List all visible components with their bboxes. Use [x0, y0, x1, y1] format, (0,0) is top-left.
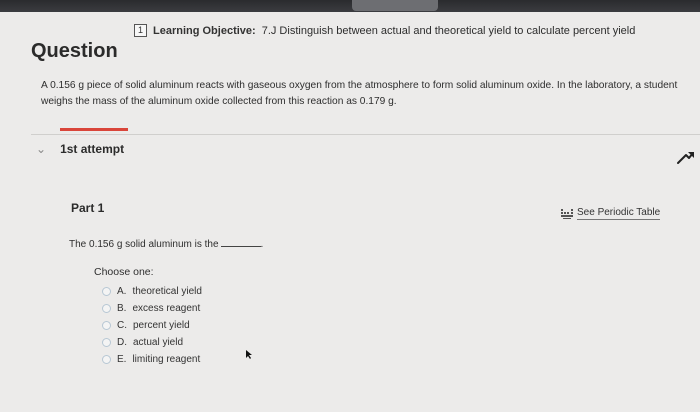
chevron-down-icon[interactable]: ⌄ — [36, 142, 46, 156]
option-letter: C. — [117, 320, 127, 331]
learning-objective: 1 Learning Objective: 7.J Distinguish be… — [134, 24, 635, 37]
stem-text: The 0.156 g solid aluminum is the — [69, 239, 219, 250]
radio-button[interactable] — [102, 304, 111, 313]
mouse-cursor-icon — [246, 350, 252, 359]
option-e[interactable]: E. limiting reagent — [102, 351, 202, 368]
option-letter: A. — [117, 286, 127, 297]
option-text: actual yield — [133, 337, 184, 348]
radio-button[interactable] — [102, 287, 111, 296]
arrow-up-icon[interactable] — [676, 150, 696, 166]
option-text: theoretical yield — [132, 286, 202, 297]
attempt-header[interactable]: ⌄ 1st attempt — [36, 142, 124, 156]
objective-number-badge: 1 — [134, 24, 147, 37]
radio-button[interactable] — [102, 355, 111, 364]
option-text: percent yield — [133, 320, 190, 331]
periodic-table-icon — [561, 208, 573, 219]
choose-one-label: Choose one: — [94, 266, 154, 278]
question-title: Question — [31, 40, 118, 62]
option-text: limiting reagent — [132, 354, 201, 365]
option-a[interactable]: A. theoretical yield — [102, 283, 202, 300]
objective-label: Learning Objective: — [153, 24, 256, 37]
browser-tab[interactable] — [352, 0, 438, 11]
part-label: Part 1 — [71, 201, 105, 215]
option-text: excess reagent — [132, 303, 201, 314]
radio-button[interactable] — [102, 321, 111, 330]
stem-end: . — [260, 239, 264, 250]
option-letter: D. — [117, 337, 127, 348]
periodic-table-link[interactable]: See Periodic Table — [561, 207, 661, 220]
browser-top-bar — [0, 0, 700, 12]
objective-text: 7.J Distinguish between actual and theor… — [261, 24, 636, 37]
question-body: A 0.156 g piece of solid aluminum reacts… — [41, 80, 678, 107]
option-c[interactable]: C. percent yield — [102, 317, 202, 334]
option-letter: B. — [117, 303, 127, 314]
answer-blank — [220, 238, 261, 247]
attempt-label: 1st attempt — [60, 142, 125, 156]
option-d[interactable]: D. actual yield — [102, 334, 202, 351]
radio-button[interactable] — [102, 338, 111, 347]
section-divider — [31, 134, 700, 135]
periodic-table-label[interactable]: See Periodic Table — [577, 207, 661, 220]
attempt-accent-bar — [60, 128, 128, 131]
option-b[interactable]: B. excess reagent — [102, 300, 202, 317]
option-letter: E. — [117, 354, 127, 365]
question-stem: The 0.156 g solid aluminum is the. — [69, 238, 263, 250]
answer-options: A. theoretical yield B. excess reagent C… — [102, 283, 202, 368]
